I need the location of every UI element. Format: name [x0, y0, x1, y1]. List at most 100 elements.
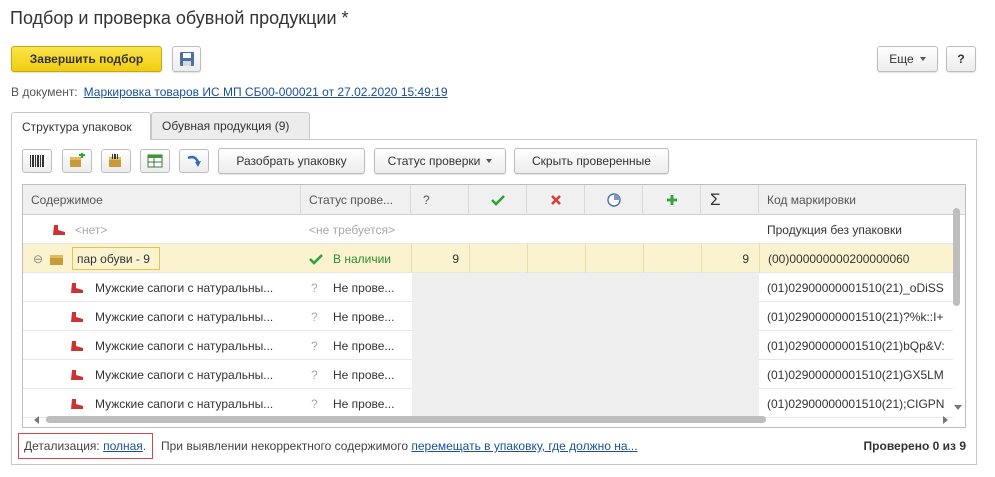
document-prefix: В документ:	[11, 85, 78, 99]
checkmark-icon	[490, 195, 505, 206]
horizontal-scrollbar[interactable]	[34, 414, 948, 424]
package-barcode-icon	[109, 154, 121, 167]
status-cell: <не требуется>	[309, 222, 395, 237]
barcode-scan-button[interactable]	[22, 149, 52, 173]
document-link[interactable]: Маркировка товаров ИС МП СБ00-000021 от …	[84, 85, 448, 99]
table-row[interactable]: Мужские сапоги с натуральны... ? Не пров…	[23, 331, 953, 360]
clock-icon	[606, 193, 621, 207]
more-menu-button[interactable]: Еще	[877, 46, 938, 72]
shoe-icon	[69, 273, 89, 302]
status-cell: В наличии	[333, 251, 392, 266]
collapse-icon[interactable]: ⊖	[33, 244, 47, 273]
document-line: В документ: Маркировка товаров ИС МП СБ00…	[11, 85, 448, 99]
scroll-right-icon[interactable]	[943, 416, 948, 424]
column-pending[interactable]	[585, 185, 643, 215]
table-row-selected[interactable]: ⊖ пар обуви - 9 В наличии 9 9 (00)000000…	[23, 244, 953, 273]
detail-prefix: Детализация:	[24, 439, 100, 453]
error-count-cell	[527, 244, 585, 273]
incorrect-content-text: При выявлении некорректного содержимого	[161, 439, 408, 453]
detail-suffix: .	[142, 439, 147, 453]
content-cell: Мужские сапоги с натуральны...	[95, 280, 274, 295]
table-row[interactable]: Мужские сапоги с натуральны... ? Не пров…	[23, 273, 953, 302]
check-status-dropdown[interactable]: Статус проверки	[374, 148, 506, 174]
code-cell: (01)02900000001510(21)?%k::I+	[767, 309, 944, 324]
checked-counter: Проверено 0 из 9	[863, 439, 966, 453]
hide-checked-button[interactable]: Скрыть проверенные	[514, 148, 669, 174]
cross-icon	[550, 195, 561, 205]
more-label: Еще	[889, 52, 914, 66]
table-export-button[interactable]	[140, 149, 170, 173]
scroll-left-icon[interactable]	[34, 416, 39, 424]
status-cell: Не прове...	[333, 338, 395, 353]
total-count-cell: 9	[701, 244, 759, 273]
content-cell: Мужские сапоги с натуральны...	[95, 367, 274, 382]
question-count-cell: 9	[411, 244, 469, 273]
column-code[interactable]: Код маркировки	[759, 185, 965, 215]
chevron-down-icon	[486, 159, 493, 163]
ok-count-cell	[469, 244, 527, 273]
counts-cell	[412, 360, 759, 389]
code-cell: (01)02900000001510(21)GX5LM	[767, 367, 944, 382]
question-icon: ?	[311, 338, 318, 353]
scroll-down-icon[interactable]	[954, 405, 962, 410]
finish-selection-button[interactable]: Завершить подбор	[11, 46, 162, 72]
code-cell: (01)02900000001510(21)_oDiSS	[767, 280, 944, 295]
code-cell: Продукция без упаковки	[767, 222, 902, 237]
package-structure-table[interactable]: Содержимое Статус прове... ? Σ Код марки…	[22, 184, 966, 428]
detail-link[interactable]: полная	[103, 439, 143, 453]
tab-shoe-products[interactable]: Обувная продукция (9)	[151, 112, 310, 139]
pending-count-cell	[585, 244, 643, 273]
sigma-icon: Σ	[710, 190, 721, 209]
move-button[interactable]	[179, 149, 209, 173]
footer-bar: Детализация: полная. При выявлении некор…	[18, 433, 976, 459]
status-cell: Не прове...	[333, 309, 395, 324]
vertical-scroll-thumb[interactable]	[953, 208, 960, 306]
move-to-package-link[interactable]: перемещать в упаковку, где должно на...	[411, 439, 637, 453]
column-question[interactable]: ?	[411, 185, 469, 215]
check-status-label: Статус проверки	[387, 154, 481, 168]
detail-box: Детализация: полная.	[18, 433, 154, 459]
status-cell: Не прове...	[333, 280, 395, 295]
question-icon: ?	[311, 309, 318, 324]
shoe-icon	[69, 360, 89, 389]
shoe-icon	[69, 302, 89, 331]
plus-icon	[666, 195, 677, 205]
code-cell: (01)02900000001510(21)bQp&V:	[767, 338, 945, 353]
unpack-button[interactable]: Разобрать упаковку	[218, 148, 365, 174]
table-row[interactable]: Мужские сапоги с натуральны... ? Не пров…	[23, 302, 953, 331]
column-ok[interactable]	[469, 185, 527, 215]
status-cell: Не прове...	[333, 367, 395, 382]
added-count-cell	[643, 244, 701, 273]
counts-cell	[412, 302, 759, 331]
content-cell: Мужские сапоги с натуральны...	[95, 309, 274, 324]
column-status[interactable]: Статус прове...	[301, 185, 411, 215]
column-content[interactable]: Содержимое	[23, 185, 301, 215]
table-icon	[147, 154, 163, 168]
tab-package-structure[interactable]: Структура упаковок	[11, 112, 151, 140]
add-package-button[interactable]	[62, 149, 92, 173]
table-row[interactable]: Мужские сапоги с натуральны... ? Не пров…	[23, 360, 953, 389]
content-cell: Мужские сапоги с натуральны...	[95, 338, 274, 353]
box-icon	[49, 244, 69, 273]
column-total[interactable]: Σ	[701, 185, 759, 215]
table-header: Содержимое Статус прове... ? Σ Код марки…	[23, 185, 965, 215]
content-cell: <нет>	[75, 222, 108, 237]
barcode-icon	[30, 155, 44, 167]
code-cell: (00)000000000200000060	[759, 244, 953, 273]
save-button[interactable]	[172, 46, 201, 72]
column-added[interactable]	[643, 185, 701, 215]
question-icon: ?	[311, 367, 318, 382]
horizontal-scroll-thumb[interactable]	[46, 416, 766, 423]
curved-arrow-icon	[187, 155, 201, 167]
save-icon	[179, 52, 194, 66]
package-barcode-button[interactable]	[101, 149, 131, 173]
table-row[interactable]: <нет> <не требуется> Продукция без упако…	[23, 215, 953, 244]
package-add-icon	[70, 153, 85, 167]
page-title: Подбор и проверка обувной продукции *	[10, 8, 349, 28]
chevron-down-icon	[919, 57, 926, 61]
checkmark-icon	[309, 244, 327, 273]
shoe-icon	[69, 331, 89, 360]
vertical-scrollbar[interactable]	[952, 192, 962, 410]
column-error[interactable]	[527, 185, 585, 215]
help-button[interactable]: ?	[946, 46, 976, 72]
